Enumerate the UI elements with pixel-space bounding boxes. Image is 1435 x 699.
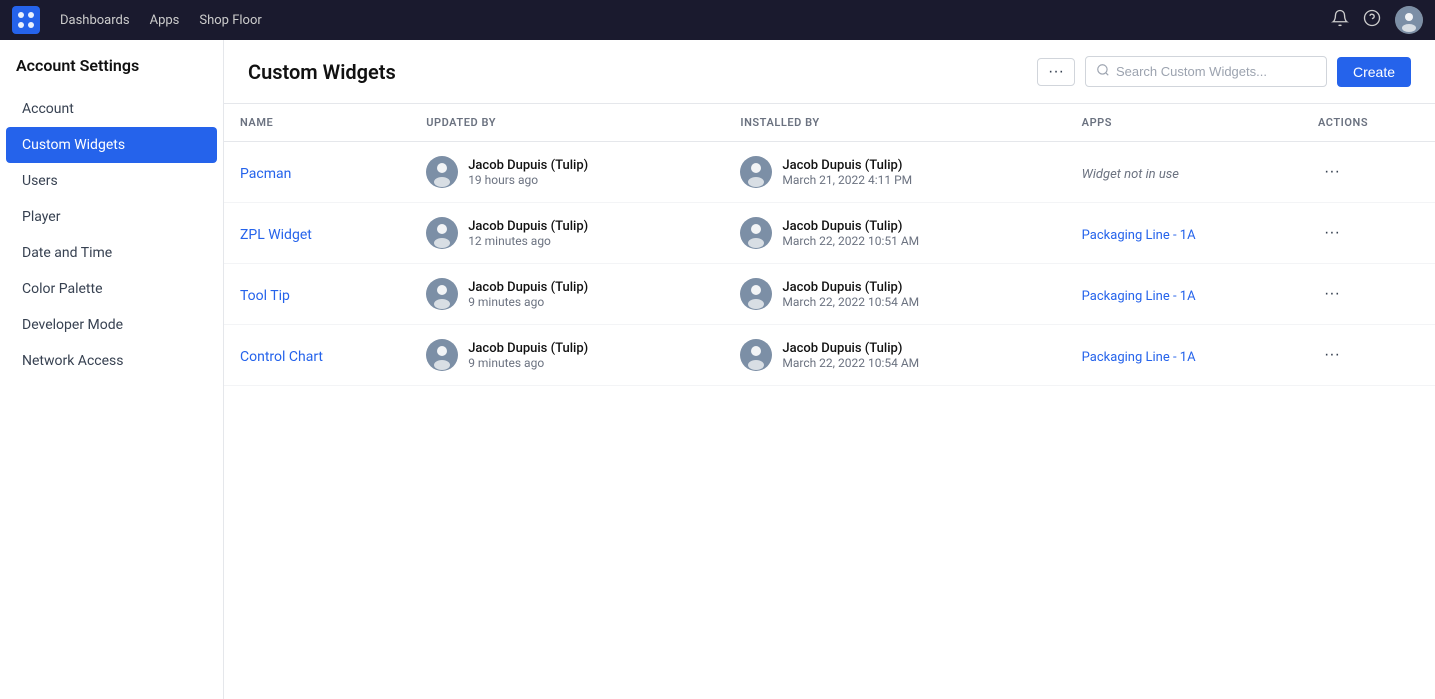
app-link[interactable]: Packaging Line - 1A [1082,289,1196,304]
installed-by-cell: Jacob Dupuis (Tulip) March 22, 2022 10:5… [740,278,1049,310]
updated-by-cell: Jacob Dupuis (Tulip) 19 hours ago [426,156,708,188]
installed-by-cell: Jacob Dupuis (Tulip) March 22, 2022 10:5… [740,217,1049,249]
updated-by-time: 9 minutes ago [468,295,588,309]
nav-apps[interactable]: Apps [150,13,180,28]
notification-icon[interactable] [1331,9,1349,31]
sidebar: Account Settings Account Custom Widgets … [0,40,224,699]
sidebar-item-player[interactable]: Player [6,199,217,235]
updated-by-name: Jacob Dupuis (Tulip) [468,219,588,234]
sidebar-item-color-palette[interactable]: Color Palette [6,271,217,307]
search-input[interactable] [1116,64,1316,79]
sidebar-item-account[interactable]: Account [6,91,217,127]
updated-by-avatar [426,278,458,310]
nav-shop-floor[interactable]: Shop Floor [199,13,261,28]
table-row: Control Chart Jacob Dupuis (Tulip) 9 min… [224,325,1435,386]
updated-by-cell: Jacob Dupuis (Tulip) 9 minutes ago [426,278,708,310]
app-link[interactable]: Packaging Line - 1A [1082,350,1196,365]
search-icon [1096,62,1110,81]
installed-by-date: March 21, 2022 4:11 PM [782,173,912,187]
table-row: Pacman Jacob Dupuis (Tulip) 19 hours ago… [224,142,1435,203]
installed-by-date: March 22, 2022 10:54 AM [782,295,919,309]
table-row: Tool Tip Jacob Dupuis (Tulip) 9 minutes … [224,264,1435,325]
widgets-table: NAME UPDATED BY INSTALLED BY APPS ACTION… [224,104,1435,386]
page-title: Custom Widgets [248,60,1025,84]
header-actions: ··· Create [1037,56,1411,87]
installed-by-cell: Jacob Dupuis (Tulip) March 22, 2022 10:5… [740,339,1049,371]
widget-name-link[interactable]: Tool Tip [240,288,290,304]
app-logo[interactable] [12,6,40,34]
installed-by-name: Jacob Dupuis (Tulip) [782,158,912,173]
search-box [1085,56,1327,87]
main-content: Custom Widgets ··· Create NAME UPDATED [224,40,1435,699]
table-row: ZPL Widget Jacob Dupuis (Tulip) 12 minut… [224,203,1435,264]
updated-by-avatar [426,156,458,188]
not-in-use-label: Widget not in use [1082,167,1179,182]
installed-by-date: March 22, 2022 10:51 AM [782,234,919,248]
updated-by-cell: Jacob Dupuis (Tulip) 9 minutes ago [426,339,708,371]
updated-by-time: 12 minutes ago [468,234,588,248]
sidebar-item-developer-mode[interactable]: Developer Mode [6,307,217,343]
create-button[interactable]: Create [1337,57,1411,87]
installed-by-date: March 22, 2022 10:54 AM [782,356,919,370]
more-options-button[interactable]: ··· [1037,58,1075,86]
updated-by-avatar [426,339,458,371]
widget-name-link[interactable]: Pacman [240,166,291,182]
help-icon[interactable] [1363,9,1381,31]
sidebar-item-users[interactable]: Users [6,163,217,199]
installed-by-avatar [740,339,772,371]
row-actions-button[interactable]: ··· [1318,344,1346,366]
widget-name-link[interactable]: ZPL Widget [240,227,312,243]
widget-name-link[interactable]: Control Chart [240,349,323,365]
updated-by-time: 19 hours ago [468,173,588,187]
installed-by-cell: Jacob Dupuis (Tulip) March 21, 2022 4:11… [740,156,1049,188]
sidebar-item-date-time[interactable]: Date and Time [6,235,217,271]
updated-by-cell: Jacob Dupuis (Tulip) 12 minutes ago [426,217,708,249]
widgets-table-container: NAME UPDATED BY INSTALLED BY APPS ACTION… [224,104,1435,386]
installed-by-avatar [740,156,772,188]
updated-by-avatar [426,217,458,249]
user-avatar[interactable] [1395,6,1423,34]
sidebar-title: Account Settings [0,56,223,91]
sidebar-item-custom-widgets[interactable]: Custom Widgets [6,127,217,163]
updated-by-name: Jacob Dupuis (Tulip) [468,341,588,356]
row-actions-button[interactable]: ··· [1318,222,1346,244]
col-installed-by: INSTALLED BY [724,104,1065,142]
sidebar-item-network-access[interactable]: Network Access [6,343,217,379]
nav-dashboards[interactable]: Dashboards [60,13,130,28]
updated-by-name: Jacob Dupuis (Tulip) [468,158,588,173]
row-actions-button[interactable]: ··· [1318,161,1346,183]
installed-by-avatar [740,278,772,310]
top-navigation: Dashboards Apps Shop Floor [0,0,1435,40]
updated-by-name: Jacob Dupuis (Tulip) [468,280,588,295]
col-name: NAME [224,104,410,142]
installed-by-name: Jacob Dupuis (Tulip) [782,280,919,295]
page-header: Custom Widgets ··· Create [224,40,1435,104]
app-link[interactable]: Packaging Line - 1A [1082,228,1196,243]
installed-by-name: Jacob Dupuis (Tulip) [782,219,919,234]
installed-by-avatar [740,217,772,249]
updated-by-time: 9 minutes ago [468,356,588,370]
row-actions-button[interactable]: ··· [1318,283,1346,305]
col-actions: ACTIONS [1302,104,1435,142]
col-updated-by: UPDATED BY [410,104,724,142]
col-apps: APPS [1066,104,1302,142]
installed-by-name: Jacob Dupuis (Tulip) [782,341,919,356]
main-layout: Account Settings Account Custom Widgets … [0,40,1435,699]
